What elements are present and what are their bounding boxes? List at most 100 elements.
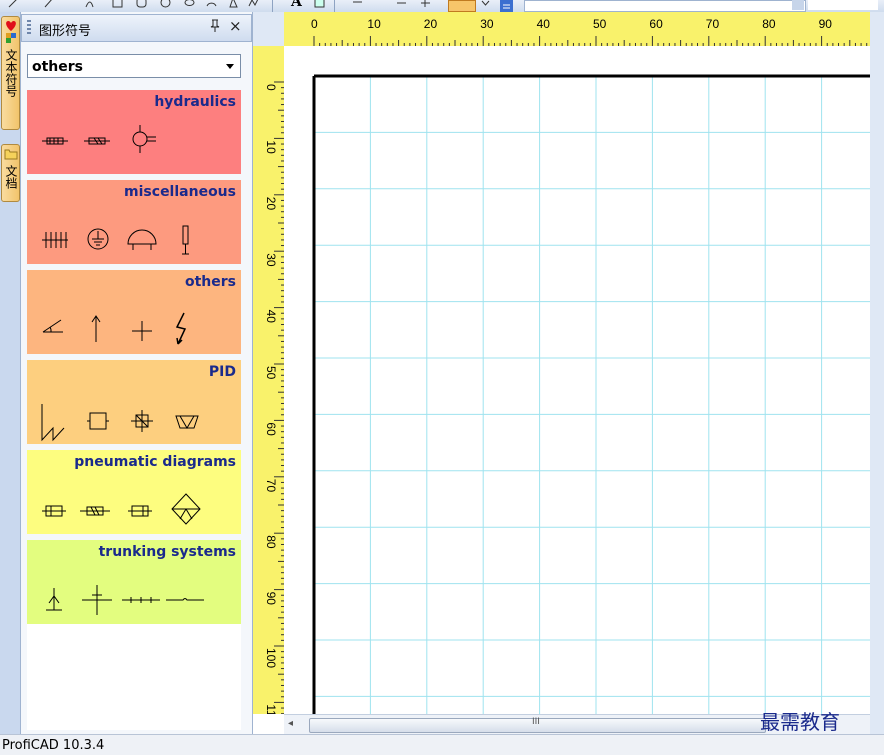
- folder-icon: [4, 149, 18, 160]
- pneumatic-valve-symbol-icon[interactable]: [79, 502, 111, 520]
- ruler-label: 90: [264, 592, 278, 606]
- category-title: PID: [208, 364, 236, 380]
- hydraulic-check-symbol-icon[interactable]: [83, 130, 111, 152]
- ruler-label: 10: [367, 17, 381, 31]
- selected-tool-button[interactable]: [448, 0, 476, 12]
- lamp-dome-symbol-icon[interactable]: [125, 226, 159, 252]
- category-trunking-systems[interactable]: trunking systems: [27, 540, 241, 624]
- lightning-symbol-icon[interactable]: [173, 312, 189, 346]
- panel-title: 图形符号: [39, 24, 92, 39]
- text-tool-button[interactable]: A: [291, 0, 302, 10]
- ruler-label: 20: [264, 197, 278, 211]
- cross-symbol-icon[interactable]: [131, 320, 153, 342]
- category-hydraulics[interactable]: hydraulics: [27, 90, 241, 174]
- arc-tool-icon[interactable]: [206, 0, 217, 8]
- ruler-label: 80: [264, 535, 278, 549]
- side-tab-label: 文档: [4, 165, 18, 189]
- bus-tool-icon[interactable]: [420, 0, 431, 8]
- symbols-panel: 图形符号 × others hydraulics miscellaneous o…: [21, 12, 253, 734]
- ruler-label: 60: [649, 17, 663, 31]
- scrollbar-grip: III: [532, 717, 540, 727]
- dropdown-arrow-icon[interactable]: [480, 0, 491, 8]
- ruler-label: 0: [311, 17, 318, 31]
- category-select[interactable]: others: [27, 54, 241, 78]
- ruler-label: 40: [537, 17, 551, 31]
- side-tab-text-symbols[interactable]: 文本符号: [1, 16, 20, 130]
- close-icon[interactable]: ×: [229, 17, 242, 35]
- horizontal-ruler-ticks: 0 10 20 30 40 50 60 70 80 90: [311, 17, 868, 46]
- trunking-outlet-symbol-icon[interactable]: [43, 586, 65, 614]
- pid-filter-symbol-icon[interactable]: [173, 414, 201, 430]
- ellipse-tool-icon[interactable]: [184, 0, 195, 8]
- trunking-junction-symbol-icon[interactable]: [81, 584, 113, 616]
- status-version: ProfiCAD 10.3.4: [2, 738, 105, 753]
- category-title: trunking systems: [98, 544, 236, 560]
- rounded-rect-tool-icon[interactable]: [136, 0, 147, 8]
- options-icon[interactable]: [500, 0, 513, 12]
- right-edge: [870, 12, 884, 734]
- panel-header: 图形符号 ×: [21, 14, 252, 42]
- drawing-grid: [312, 74, 870, 714]
- category-title: others: [184, 274, 236, 290]
- panel-empty-area: [27, 624, 241, 730]
- ruler-label: 70: [706, 17, 720, 31]
- trunking-line-symbol-icon[interactable]: [121, 592, 161, 608]
- ruler-label: 110: [264, 704, 278, 714]
- scrollbar-thumb[interactable]: III: [309, 717, 766, 733]
- ruler-label: 30: [264, 253, 278, 267]
- pid-tank-symbol-icon[interactable]: [39, 402, 67, 442]
- drawing-canvas[interactable]: [284, 46, 870, 714]
- pneumatic-filter-symbol-icon[interactable]: [169, 492, 203, 526]
- polyline-tool-icon[interactable]: [248, 0, 259, 8]
- ruler-label: 40: [264, 310, 278, 324]
- ruler-label: 100: [264, 648, 278, 668]
- toolbar-combo-box[interactable]: [524, 0, 806, 12]
- image-tool-icon[interactable]: [314, 0, 325, 8]
- chevron-down-icon: [226, 64, 234, 69]
- drawing-area: 0 10 20 30 40 50 60 70 80 90 0 10 20 30 40 50 60 70 80 90 1…: [253, 12, 870, 734]
- category-title: pneumatic diagrams: [74, 454, 236, 470]
- angle-symbol-icon[interactable]: [41, 316, 65, 336]
- panel-grip[interactable]: [27, 20, 31, 36]
- ruler-label: 20: [424, 17, 438, 31]
- category-others[interactable]: others: [27, 270, 241, 354]
- hydraulic-valve-symbol-icon[interactable]: [41, 130, 69, 152]
- wire-tool-icon[interactable]: [396, 0, 407, 8]
- scroll-left-icon[interactable]: ◂: [288, 718, 293, 729]
- arrow-tool-icon[interactable]: [8, 0, 19, 8]
- fuse-symbol-icon[interactable]: [179, 224, 193, 256]
- ruler-label: 30: [480, 17, 494, 31]
- ruler-label: 90: [819, 17, 833, 31]
- category-miscellaneous[interactable]: miscellaneous: [27, 180, 241, 264]
- category-pneumatic-diagrams[interactable]: pneumatic diagrams: [27, 450, 241, 534]
- side-tab-strip: 文本符号 文档: [0, 12, 21, 734]
- side-tab-documents[interactable]: 文档: [1, 144, 20, 202]
- align-tool-icon[interactable]: [352, 0, 363, 8]
- pneumatic-silencer-symbol-icon[interactable]: [127, 502, 153, 520]
- pid-box-symbol-icon[interactable]: [87, 410, 109, 432]
- category-pid[interactable]: PID: [27, 360, 241, 444]
- line-tool-icon[interactable]: [44, 0, 55, 8]
- rectangle-tool-icon[interactable]: [112, 0, 123, 8]
- ruler-label: 0: [264, 84, 278, 91]
- side-tab-label: 文本符号: [4, 49, 18, 97]
- arrow-up-symbol-icon[interactable]: [89, 314, 103, 344]
- curve-tool-icon[interactable]: [84, 0, 95, 8]
- circle-tool-icon[interactable]: [160, 0, 171, 8]
- ruler-corner: [253, 12, 284, 46]
- hydraulic-pump-symbol-icon[interactable]: [127, 124, 157, 154]
- trunking-joint-symbol-icon[interactable]: [165, 592, 205, 608]
- ground-circle-symbol-icon[interactable]: [85, 226, 111, 252]
- toolbar-field[interactable]: [808, 0, 878, 10]
- polygon-tool-icon[interactable]: [228, 0, 239, 8]
- pin-icon[interactable]: [210, 19, 220, 37]
- pid-valve-box-symbol-icon[interactable]: [131, 410, 153, 432]
- toolbar-combo-dropdown[interactable]: [792, 0, 804, 10]
- category-title: miscellaneous: [124, 184, 236, 200]
- status-bar: ProfiCAD 10.3.4: [0, 734, 884, 755]
- pneumatic-cylinder-symbol-icon[interactable]: [41, 502, 67, 520]
- vertical-ruler: 0 10 20 30 40 50 60 70 80 90 100 110: [253, 46, 285, 714]
- ruler-label: 50: [593, 17, 607, 31]
- terminal-block-symbol-icon[interactable]: [41, 228, 69, 252]
- ruler-label: 10: [264, 140, 278, 154]
